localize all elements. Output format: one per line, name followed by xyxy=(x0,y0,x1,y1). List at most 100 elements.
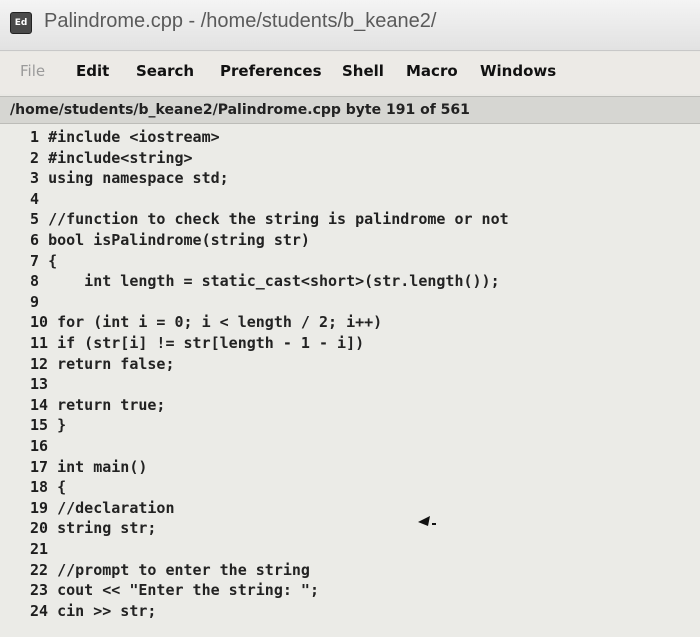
menu-preferences[interactable]: Preferences xyxy=(220,62,322,80)
menu-edit[interactable]: Edit xyxy=(76,62,109,80)
code-line[interactable]: 24 cin >> str; xyxy=(30,602,156,622)
line-number: 1 xyxy=(30,128,40,146)
code-line[interactable]: 14 return true; xyxy=(30,396,165,416)
code-text[interactable]: } xyxy=(57,416,66,434)
code-text[interactable]: //declaration xyxy=(57,499,174,517)
code-text[interactable]: int length = static_cast<short>(str.leng… xyxy=(48,272,499,290)
menu-bar: File Edit Search Preferences Shell Macro… xyxy=(0,52,700,94)
code-text[interactable]: cout << "Enter the string: "; xyxy=(57,581,319,599)
line-number: 12 xyxy=(30,354,49,373)
code-text[interactable]: //function to check the string is palind… xyxy=(48,210,509,228)
code-line[interactable]: 8 int length = static_cast<short>(str.le… xyxy=(30,272,500,292)
menu-windows[interactable]: Windows xyxy=(480,62,556,80)
line-number: 7 xyxy=(30,251,40,270)
code-text[interactable]: #include<string> xyxy=(48,149,193,167)
code-line[interactable]: 23 cout << "Enter the string: "; xyxy=(30,581,319,601)
code-line[interactable]: 15 } xyxy=(30,416,66,436)
code-text[interactable]: using namespace std; xyxy=(48,169,229,187)
code-line[interactable]: 2 #include<string> xyxy=(30,149,193,169)
menu-file[interactable]: File xyxy=(20,62,45,80)
line-number: 15 xyxy=(30,416,49,435)
code-line[interactable]: 4 xyxy=(30,190,48,210)
line-number: 24 xyxy=(30,601,49,620)
menu-macro[interactable]: Macro xyxy=(406,62,458,80)
code-line[interactable]: 12 return false; xyxy=(30,355,175,375)
line-number: 5 xyxy=(30,210,40,229)
code-line[interactable]: 9 xyxy=(30,293,48,313)
line-number: 22 xyxy=(30,560,49,579)
code-line[interactable]: 17 int main() xyxy=(30,458,147,478)
code-line[interactable]: 19 //declaration xyxy=(30,499,175,519)
code-line[interactable]: 20 string str; xyxy=(30,519,156,539)
code-line[interactable]: 7 { xyxy=(30,252,57,272)
mouse-cursor-icon xyxy=(418,516,436,526)
code-text[interactable]: { xyxy=(57,478,66,496)
code-line[interactable]: 3 using namespace std; xyxy=(30,169,229,189)
line-number: 18 xyxy=(30,478,49,497)
code-line[interactable]: 22 //prompt to enter the string xyxy=(30,561,310,581)
code-text[interactable]: for (int i = 0; i < length / 2; i++) xyxy=(57,313,382,331)
line-number: 8 xyxy=(30,272,40,291)
code-line[interactable]: 6 bool isPalindrome(string str) xyxy=(30,231,310,251)
line-number: 21 xyxy=(30,540,49,558)
code-text[interactable]: cin >> str; xyxy=(57,602,156,620)
line-number: 6 xyxy=(30,231,40,249)
line-number: 23 xyxy=(30,581,49,600)
status-bar: /home/students/b_keane2/Palindrome.cpp b… xyxy=(0,96,700,124)
line-number: 14 xyxy=(30,395,49,414)
menu-search[interactable]: Search xyxy=(136,62,194,80)
code-text[interactable]: //prompt to enter the string xyxy=(57,561,310,579)
code-line[interactable]: 18 { xyxy=(30,478,66,498)
line-number: 3 xyxy=(30,169,40,188)
line-number: 4 xyxy=(30,189,40,208)
line-number: 17 xyxy=(30,457,49,476)
line-number: 10 xyxy=(30,313,49,332)
line-number: 9 xyxy=(30,292,40,311)
code-text[interactable]: return true; xyxy=(57,396,165,414)
menu-shell[interactable]: Shell xyxy=(342,62,384,80)
code-editor[interactable]: 1 #include <iostream> 2 #include<string> 3… xyxy=(0,124,700,637)
file-status-text: /home/students/b_keane2/Palindrome.cpp b… xyxy=(10,102,470,118)
app-icon: Ed xyxy=(10,12,32,34)
code-line[interactable]: 11 if (str[i] != str[length - 1 - i]) xyxy=(30,334,364,354)
code-text[interactable]: bool isPalindrome(string str) xyxy=(48,231,310,249)
code-line[interactable]: 13 xyxy=(30,375,57,395)
line-number: 16 xyxy=(30,437,49,455)
code-line[interactable]: 1 #include <iostream> xyxy=(30,128,220,148)
code-text[interactable]: return false; xyxy=(57,355,174,373)
line-number: 19 xyxy=(30,498,49,517)
code-text[interactable]: if (str[i] != str[length - 1 - i]) xyxy=(57,334,364,352)
code-line[interactable]: 5 //function to check the string is pali… xyxy=(30,210,509,230)
window-titlebar: Ed Palindrome.cpp - /home/students/b_kea… xyxy=(0,0,700,51)
code-text[interactable]: #include <iostream> xyxy=(48,128,220,146)
code-line[interactable]: 16 xyxy=(30,437,57,457)
code-line[interactable]: 10 for (int i = 0; i < length / 2; i++) xyxy=(30,313,382,333)
code-line[interactable]: 21 xyxy=(30,540,57,560)
line-number: 13 xyxy=(30,375,49,394)
code-text[interactable]: string str; xyxy=(57,519,156,537)
code-text[interactable]: int main() xyxy=(57,458,147,476)
code-text[interactable]: { xyxy=(48,252,57,270)
line-number: 2 xyxy=(30,148,40,167)
